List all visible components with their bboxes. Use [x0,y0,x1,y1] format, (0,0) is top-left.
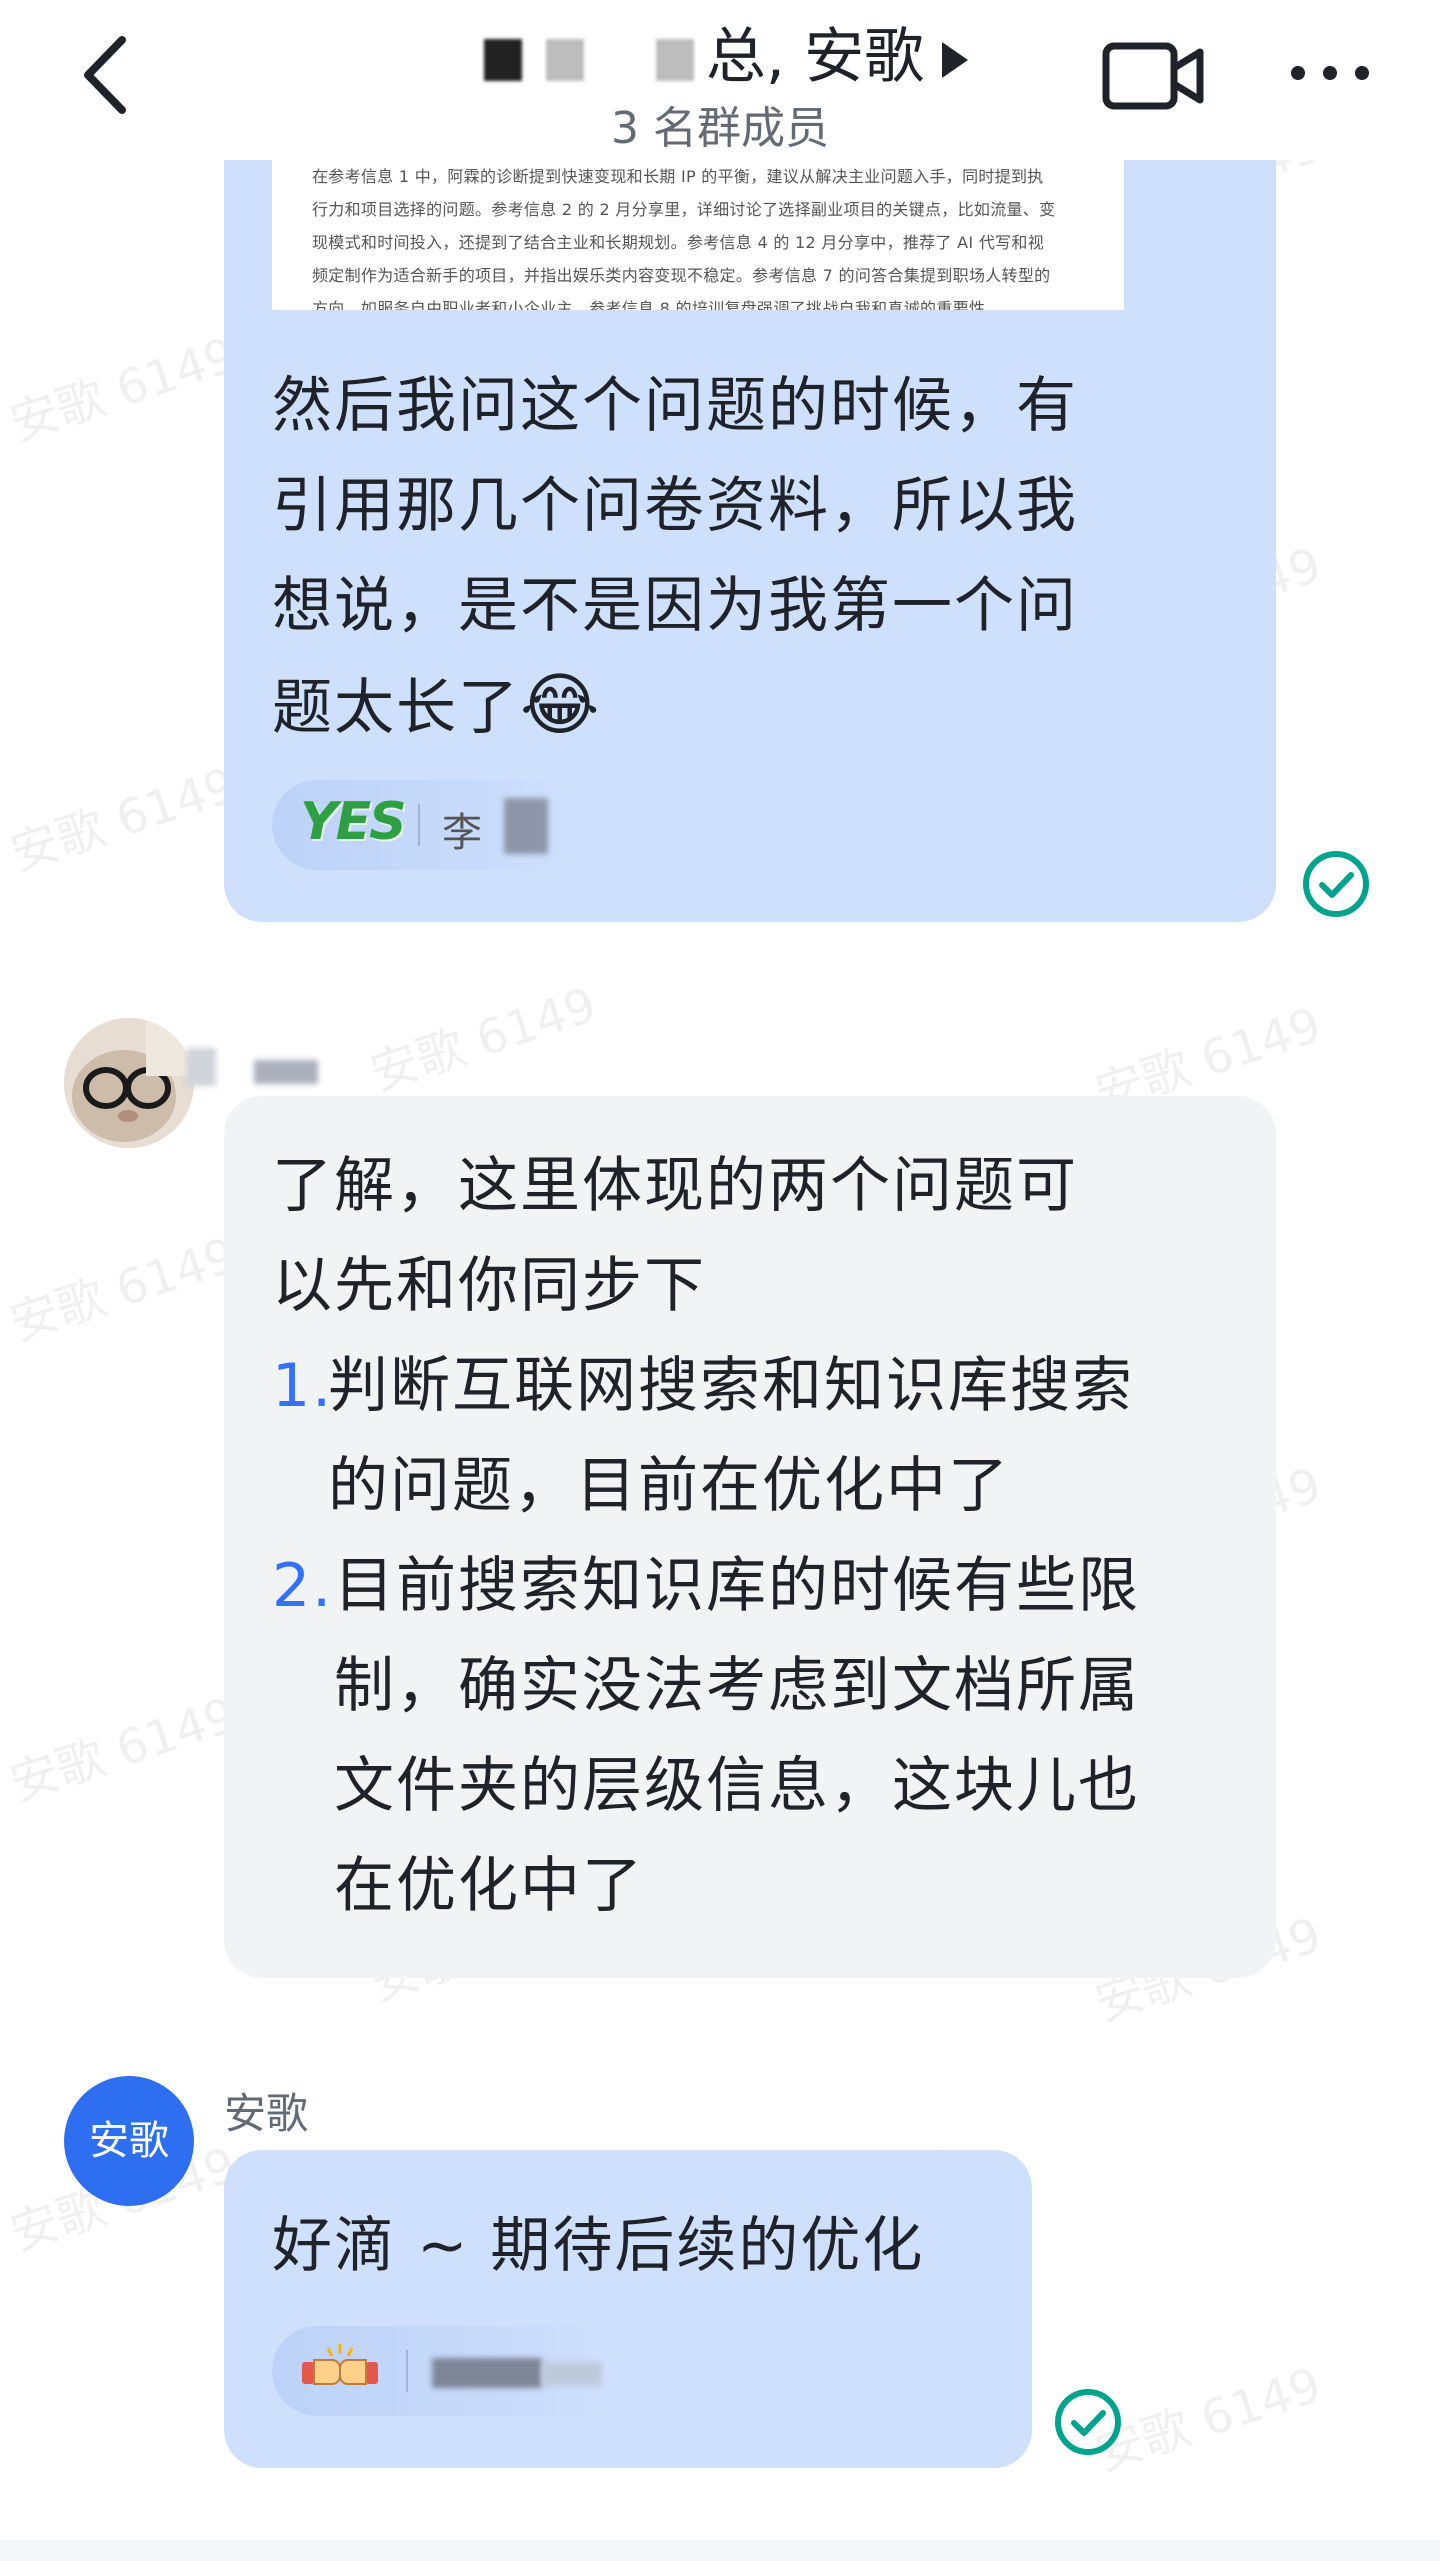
member-count[interactable]: 3 名群成员 [0,92,1440,156]
reactor-name: 李 [442,810,482,856]
message-text: 了解，这里体现的两个问题可 以先和你同步下 1. 判断互联网搜索和知识库搜索 的… [272,1136,1252,1936]
text-line: 想说，是不是因为我第一个问 [272,571,1078,641]
redacted-block [186,1048,216,1086]
text-line: 目前搜索知识库的时候有些限 [334,1551,1140,1621]
watermark: 安歌 6149 [3,757,243,883]
list-number: 1. [272,1351,334,1421]
avatar-user[interactable]: 安歌 [64,2076,194,2206]
read-check-icon [1055,2389,1121,2455]
reaction-pill[interactable]: YES 李 [272,780,572,870]
laughing-emoji: 😂 [520,666,602,745]
message-text: 然后我问这个问题的时候，有 引用那几个问卷资料，所以我 想说，是不是因为我第一个… [272,356,1232,758]
redacted-block [504,798,548,854]
cat-photo-icon [64,1018,194,1148]
watermark: 安歌 6149 [3,327,243,453]
more-dots-icon [1291,66,1369,80]
redacted-block [542,2362,602,2386]
more-button[interactable] [1280,48,1380,98]
text-line: 在优化中了 [334,1851,644,1921]
list-item: 1. 判断互联网搜索和知识库搜索 的问题，目前在优化中了 [272,1336,1252,1536]
doc-line: 频定制作为适合新手的项目，并指出娱乐类内容变现不稳定。参考信息 7 的问答合集提… [312,266,1051,285]
caret-right-icon [942,42,969,79]
doc-line: 方向，如服务自由职业者和小企业主。参考信息 8 的培训复盘强调了挑战自我和真诚的… [312,299,1002,310]
text-line: 的问题，目前在优化中了 [328,1451,1010,1521]
watermark: 安歌 6149 [3,1227,243,1353]
sender-name: 安歌 [224,2089,309,2138]
read-check-icon [1303,851,1369,917]
video-camera-icon [1102,42,1204,110]
redacted-block [545,39,584,82]
yes-sticker-icon: YES [300,792,407,852]
doc-line: 现模式和时间投入，还提到了结合主业和长期规划。参考信息 4 的 12 月分享中，… [312,233,1045,252]
text-line: 然后我问这个问题的时候，有 [272,371,1078,441]
chat-title-text: 总, 安歌 [705,22,925,92]
fist-bump-icon [302,2344,378,2385]
bottom-bar [0,2540,1440,2561]
avatar-cat[interactable] [64,1018,194,1148]
text-line: 判断互联网搜索和知识库搜索 [328,1351,1134,1421]
redacted-block [483,39,522,82]
watermark: 安歌 6149 [363,977,603,1103]
watermark: 安歌 6149 [3,1687,243,1813]
message-text: 好滴 ~ 期待后续的优化 [272,2211,925,2281]
chat-title[interactable]: 总, 安歌 [0,8,1440,95]
redacted-block [254,1060,318,1084]
redacted-block [432,2358,542,2388]
text-line: 文件夹的层级信息，这块儿也 [334,1751,1140,1821]
chat-header: 总, 安歌 3 名群成员 [0,0,1440,160]
redacted-block [655,39,694,82]
reaction-pill[interactable] [272,2326,612,2416]
list-number: 2. [272,1551,334,1621]
list-item: 2. 目前搜索知识库的时候有些限 制，确实没法考虑到文档所属 文件夹的层级信息，… [272,1536,1252,1936]
text-line: 题太长了 [272,673,520,743]
text-line: 引用那几个问卷资料，所以我 [272,471,1078,541]
doc-line: 在参考信息 1 中，阿霖的诊断提到快速变现和长期 IP 的平衡，建议从解决主业问… [312,167,1044,186]
text-line: 制，确实没法考虑到文档所属 [334,1651,1140,1721]
numbered-list: 1. 判断互联网搜索和知识库搜索 的问题，目前在优化中了 2. 目前搜索知识库的… [272,1336,1252,1936]
reaction-divider [406,2350,408,2392]
video-call-button[interactable] [1100,36,1210,116]
doc-line: 行力和项目选择的问题。参考信息 2 的 2 月分享里，详细讨论了选择副业项目的关… [312,200,1056,219]
reaction-divider [418,804,420,846]
quoted-document-image[interactable]: 在参考信息 1 中，阿霖的诊断提到快速变现和长期 IP 的平衡，建议从解决主业问… [272,160,1124,310]
text-line-last: 题太长了😂 [272,656,1232,758]
text-line: 以先和你同步下 [272,1251,706,1321]
text-line: 了解，这里体现的两个问题可 [272,1151,1078,1221]
